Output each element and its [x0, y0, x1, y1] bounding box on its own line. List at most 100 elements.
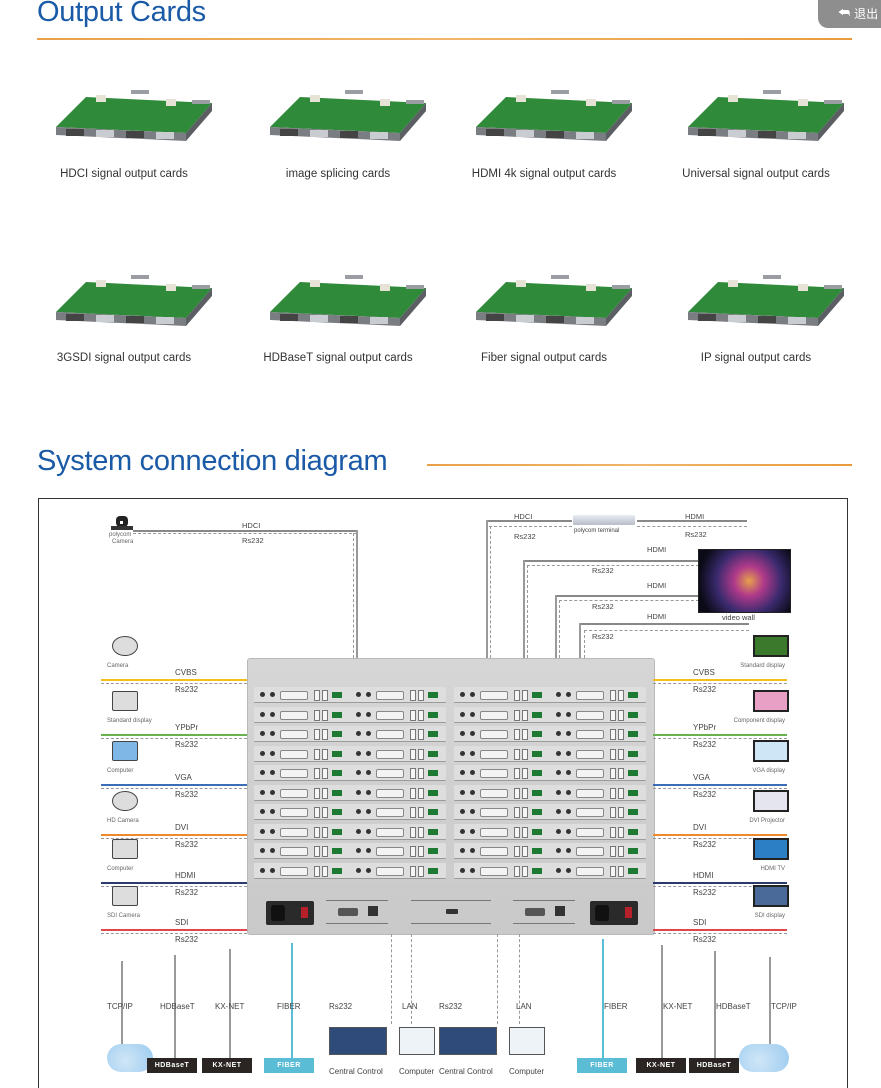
- output-device-label: Standard display: [740, 663, 785, 669]
- bottom-link-label: TCP/IP: [107, 1002, 133, 1011]
- input-signal-line: [101, 679, 247, 681]
- link: [527, 565, 528, 658]
- input-control-label: Rs232: [175, 790, 199, 799]
- card-image: [56, 275, 212, 326]
- tv-icon: [751, 837, 789, 861]
- bottom-device-label: Computer: [509, 1067, 545, 1076]
- input-output-slot: [254, 862, 446, 879]
- bottom-control-label: Rs232: [329, 1002, 353, 1011]
- card-image: [270, 90, 426, 141]
- serial-lan-panel-right: [513, 900, 575, 924]
- title-divider: [37, 38, 852, 40]
- polycom-camera-icon: [111, 516, 133, 531]
- input-output-slot: [254, 745, 446, 762]
- input-signal-label: CVBS: [175, 668, 197, 677]
- link: [584, 630, 585, 658]
- link: [490, 526, 491, 658]
- input-control-line: [101, 683, 247, 684]
- output-signal-label: DVI: [693, 823, 707, 832]
- hdmi-port-icon: [446, 909, 458, 914]
- output-control-label: Rs232: [693, 840, 717, 849]
- input-control-label: Rs232: [175, 740, 199, 749]
- input-output-slot: [254, 784, 446, 801]
- hdci-signal-label: HDCI: [242, 521, 261, 530]
- card-label: image splicing cards: [285, 168, 391, 180]
- hdmi-label: HDMI: [647, 612, 667, 621]
- output-control-line: [653, 933, 787, 934]
- hdmi-label: HDMI: [647, 581, 667, 590]
- cloud-icon: [739, 1044, 789, 1072]
- monitor-icon: [751, 689, 789, 713]
- bottom-box-hdbaset: HDBaseT: [689, 1058, 739, 1073]
- output-signal-label: HDMI: [693, 871, 714, 880]
- bottom-device-label: Central Control: [329, 1067, 383, 1076]
- input-output-slot: [454, 823, 646, 840]
- monitor-icon: [751, 884, 789, 908]
- power-switch-left[interactable]: [301, 907, 308, 918]
- serial-lan-panel-left: [326, 900, 388, 924]
- power-switch-right[interactable]: [625, 907, 632, 918]
- db9-port-icon: [525, 908, 545, 916]
- polycom-terminal-icon: [573, 515, 635, 525]
- input-signal-line: [101, 834, 247, 836]
- output-control-label: Rs232: [693, 888, 717, 897]
- input-device-label: Computer: [107, 768, 134, 774]
- output-device-label: VGA display: [752, 768, 785, 774]
- card-image: [476, 275, 632, 326]
- bottom-control-label: LAN: [402, 1002, 418, 1011]
- rs232-link-down: [353, 533, 354, 658]
- bottom-box-fiber: FIBER: [577, 1058, 627, 1073]
- card-label: 3GSDI signal output cards: [56, 352, 192, 364]
- output-control-label: Rs232: [693, 685, 717, 694]
- polycom-sublabel: Camera: [112, 539, 134, 545]
- hdci-right-rs232: Rs232: [514, 532, 536, 541]
- link: [584, 630, 749, 631]
- card-label: IP signal output cards: [700, 352, 812, 364]
- output-signal-line: [653, 679, 787, 681]
- link: [486, 520, 488, 658]
- input-device-label: HD Camera: [107, 818, 139, 824]
- laptop-icon: [109, 739, 139, 763]
- input-output-slot: [254, 765, 446, 781]
- input-control-label: Rs232: [175, 685, 199, 694]
- input-output-slot: [254, 687, 446, 703]
- input-output-slot: [454, 706, 646, 723]
- output-signal-label: VGA: [693, 773, 710, 782]
- exit-button[interactable]: ⮪ 退出: [818, 0, 881, 28]
- exit-label: 退出: [854, 6, 879, 21]
- matrix-chassis: [247, 658, 655, 935]
- link: [637, 526, 747, 527]
- rs232-label: Rs232: [242, 536, 264, 545]
- bottom-link-label: TCP/IP: [771, 1002, 797, 1011]
- input-output-slot: [454, 765, 646, 781]
- input-output-slot: [254, 706, 446, 723]
- card-image: [56, 90, 212, 141]
- input-output-slot: [454, 862, 646, 879]
- bottom-device-label: Computer: [399, 1067, 435, 1076]
- card-label: Fiber signal output cards: [481, 352, 607, 364]
- link: [523, 560, 699, 562]
- polycom-terminal-label: polycom terminal: [574, 528, 620, 534]
- desktop-tower-icon: [109, 837, 139, 861]
- card-label: HDCI signal output cards: [60, 168, 188, 180]
- input-device-label: Computer: [107, 866, 134, 872]
- output-device-label: SDI display: [754, 913, 785, 919]
- rs232-label: Rs232: [685, 530, 707, 539]
- input-control-line: [101, 933, 247, 934]
- output-signal-label: SDI: [693, 918, 707, 927]
- input-output-slot: [254, 843, 446, 859]
- laptop-icon: [399, 1027, 435, 1055]
- db9-port-icon: [338, 908, 358, 916]
- hdci-link-down: [356, 530, 358, 658]
- power-supply-right: [590, 901, 638, 925]
- video-wall-label: video wall: [722, 613, 755, 622]
- bottom-control-label: LAN: [516, 1002, 532, 1011]
- input-signal-line: [101, 734, 247, 736]
- output-signal-line: [653, 784, 787, 786]
- link: [579, 623, 581, 658]
- input-signal-label: YPbPr: [175, 723, 199, 732]
- rs232-link: [133, 533, 357, 534]
- bottom-link-label: HDBaseT: [716, 1002, 751, 1011]
- input-device-label: SDI Camera: [107, 913, 141, 919]
- bottom-control-label: Rs232: [439, 1002, 463, 1011]
